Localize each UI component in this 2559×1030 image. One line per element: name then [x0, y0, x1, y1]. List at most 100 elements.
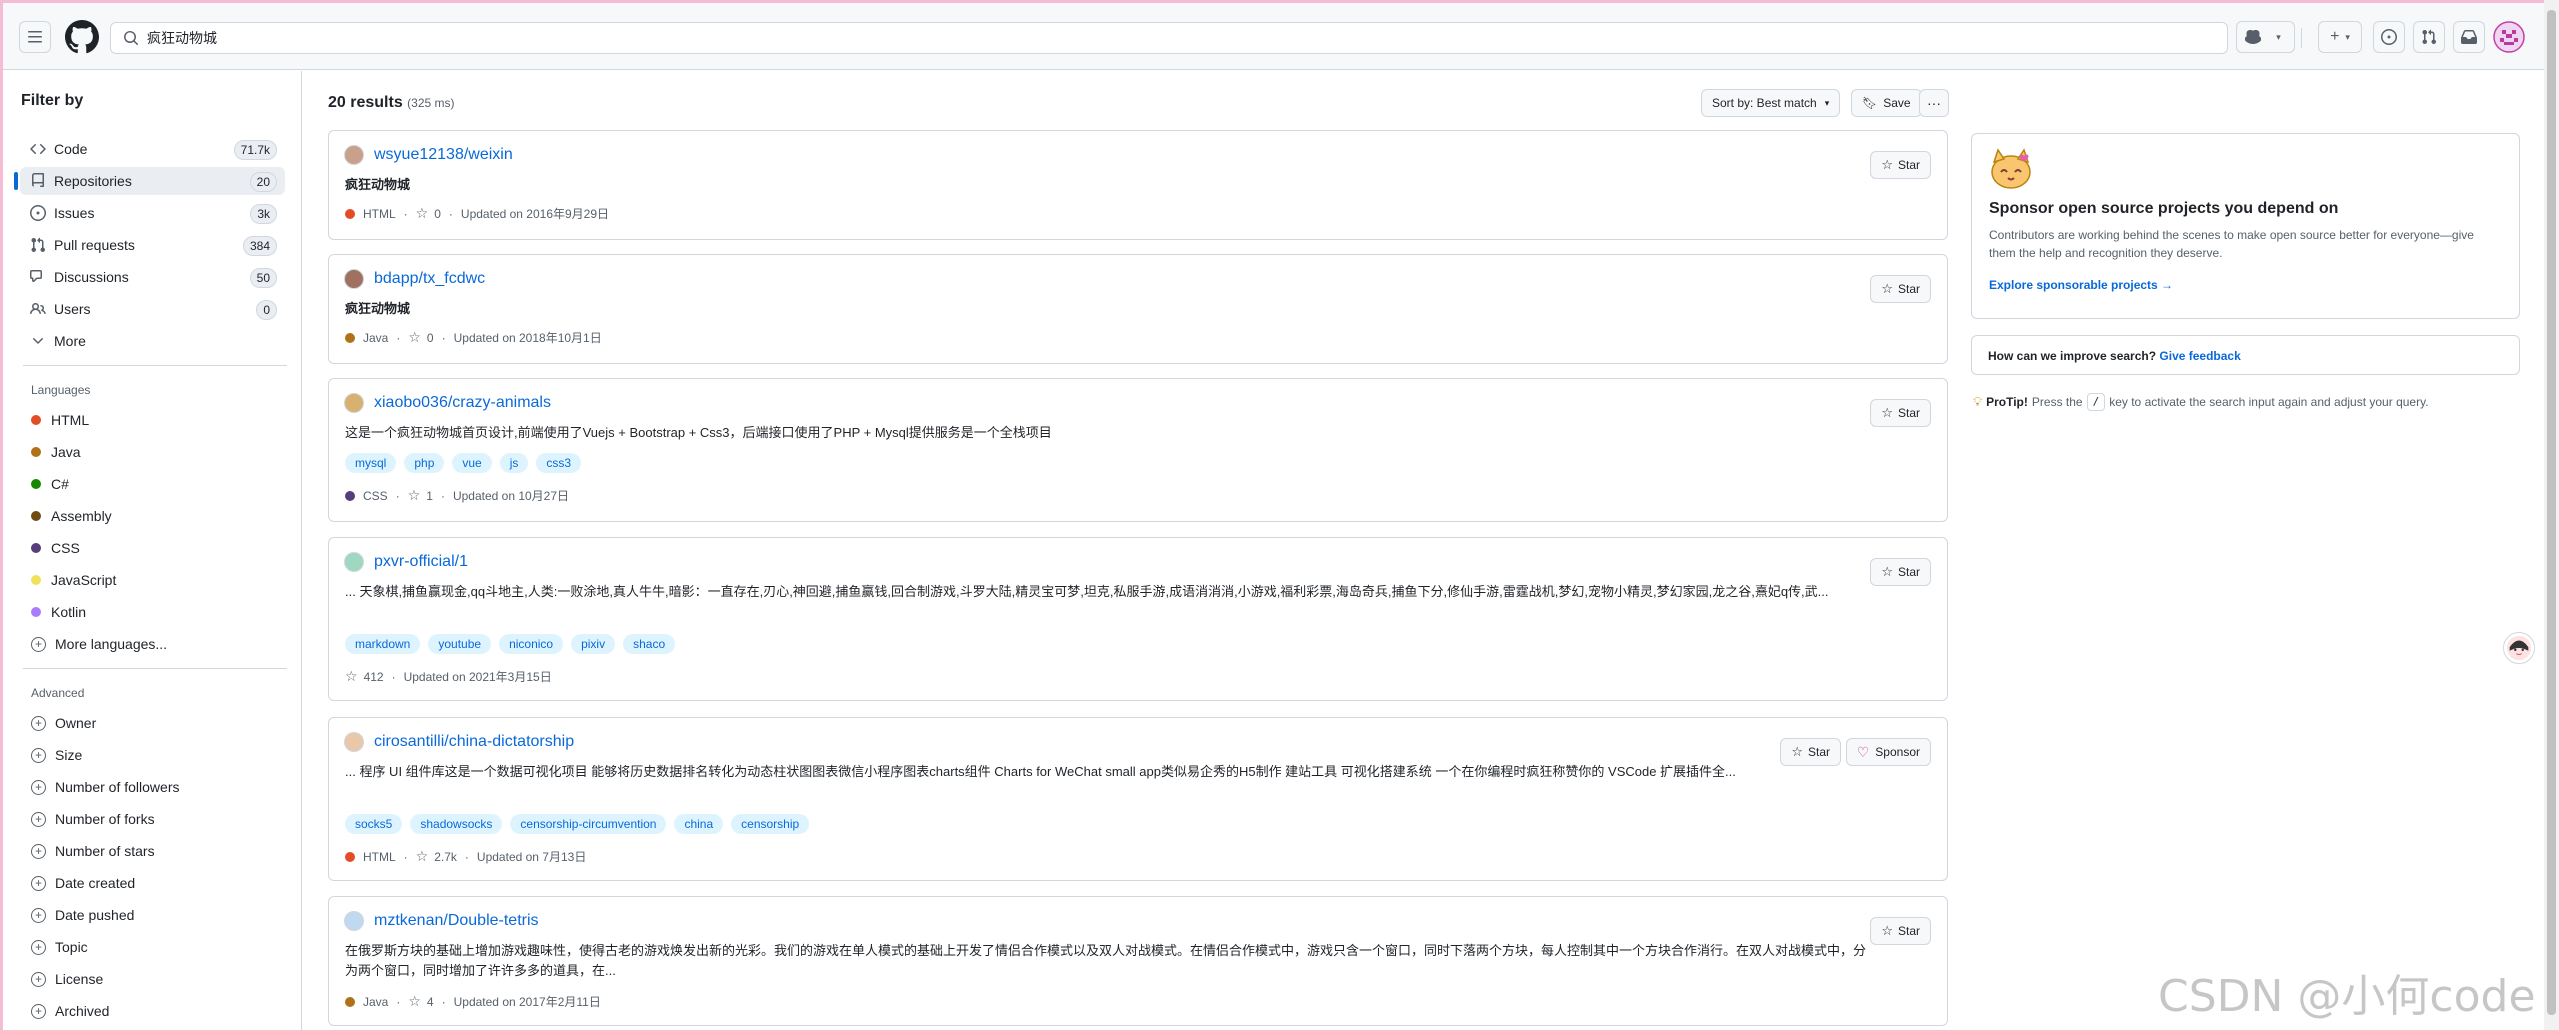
floating-assistant-avatar[interactable]	[2503, 632, 2535, 664]
star-button[interactable]: ☆ Star	[1780, 738, 1841, 766]
user-avatar-button[interactable]	[2493, 21, 2525, 53]
filter-repositories[interactable]: Repositories 20	[14, 167, 285, 195]
updated-date: Updated on 2017年2月11日	[453, 995, 601, 1009]
sponsor-button[interactable]: ♡ Sponsor	[1845, 738, 1931, 766]
save-search-button[interactable]: 🔖︎ Save	[1851, 89, 1922, 117]
filter-label: Discussions	[54, 269, 129, 285]
star-label: Star	[1897, 158, 1920, 172]
advanced-followers[interactable]: + Number of followers	[31, 779, 180, 795]
repo-link[interactable]: bdapp/tx_fcdwc	[344, 269, 485, 289]
star-button[interactable]: ☆ Star	[1870, 275, 1931, 303]
advanced-label: Archived	[55, 1003, 110, 1019]
divider	[23, 365, 287, 366]
advanced-archived[interactable]: + Archived	[31, 1003, 109, 1019]
feedback-box: How can we improve search? Give feedback	[1971, 335, 2520, 375]
topic-tag[interactable]: shadowsocks	[410, 814, 503, 834]
language-color-dot	[31, 575, 41, 585]
sort-dropdown[interactable]: Sort by: Best match ▾	[1701, 89, 1841, 117]
topic-tag[interactable]: js	[499, 453, 529, 473]
topic-list: markdown youtube niconico pixiv shaco	[345, 634, 676, 654]
repo-link[interactable]: cirosantilli/china-dictatorship	[344, 732, 574, 752]
language-javascript[interactable]: JavaScript	[31, 572, 116, 588]
topic-tag[interactable]: css3	[536, 453, 582, 473]
advanced-stars[interactable]: + Number of stars	[31, 843, 155, 859]
copilot-dropdown-button[interactable]: ▾	[2263, 21, 2295, 53]
advanced-date-pushed[interactable]: + Date pushed	[31, 907, 134, 923]
github-logo-icon[interactable]	[65, 20, 99, 54]
language-color-dot	[31, 607, 41, 617]
language-label: CSS	[51, 540, 80, 556]
browser-page: 疯狂动物城 ▾ + ▾ Filter by Code 71.7k Reposit…	[0, 3, 2544, 1030]
avatar-icon	[2493, 21, 2525, 53]
more-languages-link[interactable]: + More languages...	[31, 636, 167, 652]
topic-tag[interactable]: php	[404, 453, 445, 473]
discussion-icon	[30, 270, 42, 282]
scrollbar-thumb[interactable]	[2547, 10, 2556, 1015]
topic-tag[interactable]: youtube	[428, 634, 492, 654]
sort-label: Sort by: Best match	[1712, 96, 1817, 110]
star-button[interactable]: ☆ Star	[1870, 917, 1931, 945]
inbox-button[interactable]	[2453, 21, 2485, 53]
topic-tag[interactable]: markdown	[345, 634, 421, 654]
repo-link[interactable]: mztkenan/Double-tetris	[344, 911, 539, 931]
advanced-owner[interactable]: + Owner	[31, 715, 96, 731]
more-options-button[interactable]: ···	[1919, 89, 1949, 117]
filter-issues[interactable]: Issues 3k	[20, 199, 285, 227]
filter-code[interactable]: Code 71.7k	[20, 135, 285, 163]
star-label: Star	[1897, 282, 1920, 296]
advanced-license[interactable]: + License	[31, 971, 103, 987]
topic-tag[interactable]: socks5	[345, 814, 403, 834]
repo-name: pxvr-official/1	[374, 553, 468, 570]
mona-sponsor-icon	[1991, 148, 2031, 189]
pull-requests-button[interactable]	[2413, 21, 2445, 53]
language-java[interactable]: Java	[31, 444, 81, 460]
star-button[interactable]: ☆ Star	[1870, 151, 1931, 179]
filter-pull-requests[interactable]: Pull requests 384	[20, 231, 285, 259]
topic-tag[interactable]: vue	[452, 453, 492, 473]
advanced-forks[interactable]: + Number of forks	[31, 811, 155, 827]
code-icon	[30, 143, 46, 155]
repo-link[interactable]: pxvr-official/1	[344, 552, 468, 572]
repo-description: 这是一个疯狂动物城首页设计,前端使用了Vuejs + Bootstrap + C…	[345, 425, 1052, 440]
language-html[interactable]: HTML	[31, 412, 89, 428]
create-new-button[interactable]: + ▾	[2318, 21, 2362, 53]
result-card: pxvr-official/1 ... 天象棋,捕鱼赢现金,qq斗地主,人类:一…	[328, 537, 1948, 701]
repo-link[interactable]: wsyue12138/weixin	[344, 145, 513, 165]
plus-circle-icon: +	[31, 971, 46, 987]
topic-tag[interactable]: pixiv	[571, 634, 616, 654]
plus-circle-icon: +	[31, 779, 46, 795]
search-input[interactable]: 疯狂动物城	[110, 22, 2228, 54]
star-button[interactable]: ☆ Star	[1870, 558, 1931, 586]
pull-request-icon	[31, 237, 46, 253]
updated-date: Updated on 7月13日	[476, 850, 587, 864]
topic-tag[interactable]: censorship-circumvention	[510, 814, 667, 834]
advanced-label: Number of forks	[55, 811, 155, 827]
language-assembly[interactable]: Assembly	[31, 508, 112, 524]
give-feedback-link[interactable]: Give feedback	[2159, 349, 2240, 363]
advanced-topic[interactable]: + Topic	[31, 939, 88, 955]
filter-more[interactable]: More	[20, 327, 285, 355]
menu-button[interactable]	[19, 21, 51, 53]
language-css[interactable]: CSS	[31, 540, 80, 556]
bookmark-icon: 🔖︎	[1862, 96, 1878, 110]
topic-tag[interactable]: censorship	[731, 814, 810, 834]
language-kotlin[interactable]: Kotlin	[31, 604, 86, 620]
topic-tag[interactable]: china	[674, 814, 724, 834]
filter-count: 384	[242, 236, 277, 256]
advanced-size[interactable]: + Size	[31, 747, 82, 763]
language-csharp[interactable]: C#	[31, 476, 69, 492]
star-count: 2.7k	[434, 849, 457, 864]
advanced-date-created[interactable]: + Date created	[31, 875, 135, 891]
language-color-dot	[31, 415, 41, 425]
filter-discussions[interactable]: Discussions 50	[20, 263, 285, 291]
topic-tag[interactable]: mysql	[345, 453, 397, 473]
issues-button[interactable]	[2373, 21, 2405, 53]
star-button[interactable]: ☆ Star	[1870, 399, 1931, 427]
topic-tag[interactable]: shaco	[623, 634, 676, 654]
repo-link[interactable]: xiaobo036/crazy-animals	[344, 393, 551, 413]
meta-separator: ·	[396, 330, 401, 345]
topic-tag[interactable]: niconico	[499, 634, 564, 654]
explore-sponsorable-link[interactable]: Explore sponsorable projects →	[1989, 278, 2173, 292]
star-icon: ☆	[1881, 564, 1893, 579]
filter-users[interactable]: Users 0	[20, 295, 285, 323]
